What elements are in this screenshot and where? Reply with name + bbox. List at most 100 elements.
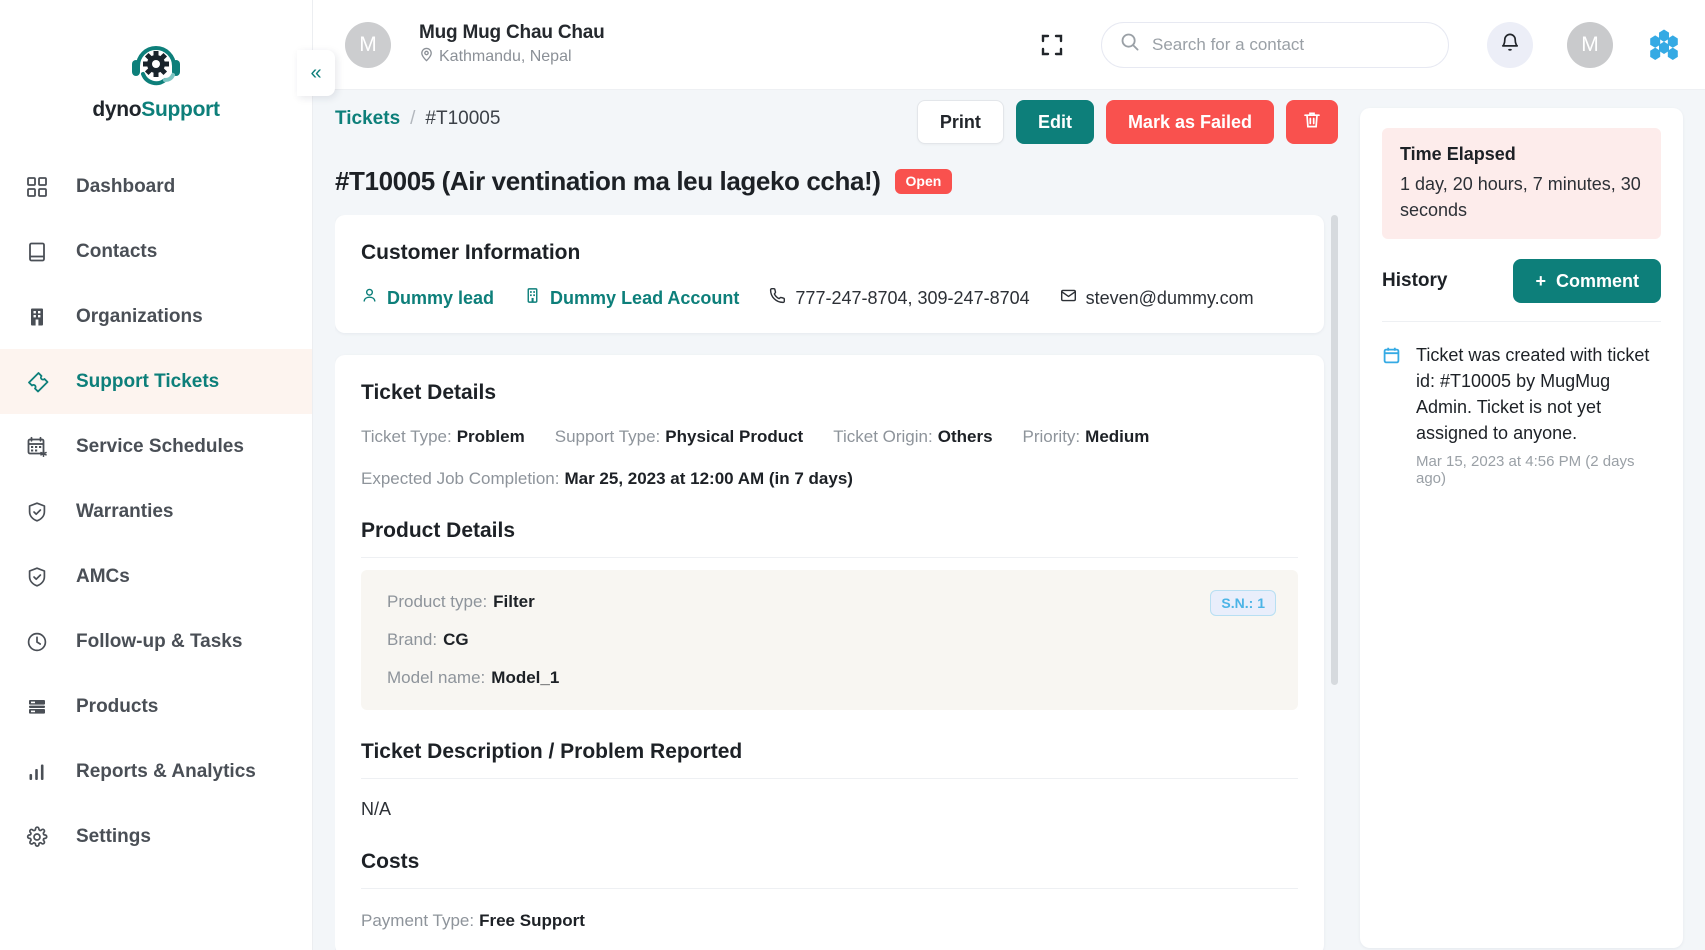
ticket-scroll-area[interactable]: Customer Information Dummy lead Dummy Le… bbox=[335, 215, 1338, 950]
product-type-value: Filter bbox=[493, 592, 535, 611]
vertical-scrollbar[interactable] bbox=[1331, 215, 1338, 950]
ticket-detail-column: Tickets / #T10005 Print Edit Mark as Fai… bbox=[313, 90, 1360, 950]
payment-type-field: Payment Type: Free Support bbox=[361, 911, 585, 931]
ticket-details-fields: Ticket Type: Problem Support Type: Physica… bbox=[361, 427, 1298, 447]
headset-gear-logo-icon bbox=[125, 38, 187, 92]
breadcrumb-link-tickets[interactable]: Tickets bbox=[335, 108, 400, 130]
customer-account-link[interactable]: Dummy Lead Account bbox=[524, 287, 739, 309]
expected-completion-field: Expected Job Completion: Mar 25, 2023 at … bbox=[361, 469, 853, 489]
search-input[interactable] bbox=[1152, 34, 1430, 55]
customer-phone: 777-247-8704, 309-247-8704 bbox=[769, 287, 1030, 309]
building-icon bbox=[524, 287, 541, 309]
ticket-description-body: N/A bbox=[361, 799, 392, 819]
product-model-value: Model_1 bbox=[491, 668, 560, 687]
time-elapsed-label: Time Elapsed bbox=[1400, 144, 1516, 164]
sidebar-item-dashboard[interactable]: Dashboard bbox=[0, 154, 312, 219]
hexagon-cluster-icon[interactable] bbox=[1647, 28, 1681, 62]
sidebar-item-label: Settings bbox=[76, 825, 151, 847]
support-type-field: Support Type: Physical Product bbox=[555, 427, 803, 447]
sidebar-item-label: Dashboard bbox=[76, 175, 176, 197]
breadcrumb-current: #T10005 bbox=[425, 108, 501, 129]
ticket-type-label: Ticket Type: bbox=[361, 427, 452, 446]
product-details-box: S.N.: 1 Product type: Filter Brand: CG Mod… bbox=[361, 570, 1298, 710]
contact-location-text: Kathmandu, Nepal bbox=[439, 48, 572, 65]
sidebar-item-amcs[interactable]: AMCs bbox=[0, 544, 312, 609]
notification-bell-button[interactable] bbox=[1487, 21, 1533, 68]
priority-label: Priority: bbox=[1022, 427, 1081, 446]
bar-chart-icon bbox=[22, 761, 52, 783]
breadcrumb-and-actions: Tickets / #T10005 Print Edit Mark as Fai… bbox=[335, 100, 1338, 144]
gear-icon bbox=[22, 825, 52, 848]
search-bar[interactable] bbox=[1101, 21, 1449, 68]
product-brand-value: CG bbox=[443, 630, 469, 649]
product-brand-row: Brand: CG bbox=[387, 630, 1272, 650]
ticket-type-field: Ticket Type: Problem bbox=[361, 427, 525, 447]
logo-text-support: Support bbox=[141, 98, 220, 121]
edit-button[interactable]: Edit bbox=[1015, 100, 1094, 144]
ticket-icon bbox=[22, 370, 52, 393]
topbar: M Mug Mug Chau Chau Kathmandu, Nepal Sea… bbox=[313, 0, 1705, 90]
costs-heading: Costs bbox=[361, 850, 420, 873]
history-entry-text: Ticket was created with ticket id: #T100… bbox=[1416, 345, 1650, 444]
product-details-heading: Product Details bbox=[361, 519, 516, 542]
clock-icon bbox=[22, 631, 52, 653]
customer-lead-link[interactable]: Dummy lead bbox=[361, 287, 494, 309]
sidebar-item-reports-analytics[interactable]: Reports & Analytics bbox=[0, 739, 312, 804]
print-button[interactable]: Print bbox=[916, 100, 1004, 144]
scrollbar-thumb[interactable] bbox=[1331, 215, 1338, 685]
plus-icon: + bbox=[1535, 270, 1546, 291]
mark-as-failed-button[interactable]: Mark as Failed bbox=[1105, 100, 1274, 144]
sidebar-item-support-tickets[interactable]: Support Tickets bbox=[0, 349, 312, 414]
contact-name: Mug Mug Chau Chau bbox=[419, 22, 605, 43]
add-comment-button[interactable]: + Comment bbox=[1513, 259, 1661, 304]
customer-information-heading: Customer Information bbox=[361, 241, 581, 264]
notification-bell-icon bbox=[1500, 32, 1520, 58]
person-icon bbox=[361, 287, 378, 309]
main-area: M Mug Mug Chau Chau Kathmandu, Nepal Sea… bbox=[313, 0, 1705, 950]
sidebar-item-label: Support Tickets bbox=[76, 370, 220, 392]
history-entry-time: Mar 15, 2023 at 4:56 PM (2 days ago) bbox=[1416, 452, 1635, 487]
envelope-icon bbox=[1060, 287, 1077, 309]
search-icon bbox=[1120, 32, 1140, 57]
sidebar-item-service-schedules[interactable]: Service Schedules bbox=[0, 414, 312, 479]
status-badge: Open bbox=[894, 169, 953, 194]
ticket-actions: Print Edit Mark as Failed bbox=[916, 100, 1338, 144]
user-avatar[interactable]: M bbox=[1567, 21, 1613, 68]
contact-avatar: M bbox=[345, 21, 391, 68]
sidebar-collapse-button[interactable]: « bbox=[297, 50, 335, 96]
sidebar-item-settings[interactable]: Settings bbox=[0, 804, 312, 869]
history-label: History bbox=[1382, 270, 1448, 292]
priority-field: Priority: Medium bbox=[1023, 427, 1150, 447]
ticket-description-heading: Ticket Description / Problem Reported bbox=[361, 740, 743, 763]
sidebar-item-organizations[interactable]: Organizations bbox=[0, 284, 312, 349]
sidebar-item-contacts[interactable]: Contacts bbox=[0, 219, 312, 284]
ticket-origin-field: Ticket Origin: Others bbox=[833, 427, 992, 447]
payment-type-value: Free Support bbox=[479, 911, 585, 930]
product-model-row: Model name: Model_1 bbox=[387, 668, 1272, 688]
breadcrumb: Tickets / #T10005 bbox=[335, 108, 500, 130]
grid-icon bbox=[22, 176, 52, 198]
sidebar-item-products[interactable]: Products bbox=[0, 674, 312, 739]
sidebar-item-label: AMCs bbox=[76, 565, 130, 587]
delete-button[interactable] bbox=[1286, 100, 1338, 144]
app-root: dynoSupport Dashboard Contacts Organizat… bbox=[0, 0, 1705, 950]
history-entry: Ticket was created with ticket id: #T100… bbox=[1382, 342, 1661, 487]
customer-lead-name: Dummy lead bbox=[387, 287, 495, 308]
app-logo[interactable]: dynoSupport bbox=[0, 0, 312, 122]
history-divider bbox=[1382, 321, 1661, 323]
customer-information-row: Dummy lead Dummy Lead Account 777-247-87… bbox=[361, 287, 1298, 309]
expected-completion-value: Mar 25, 2023 at 12:00 AM (in 7 days) bbox=[564, 469, 853, 488]
history-panel: Time Elapsed 1 day, 20 hours, 7 minutes,… bbox=[1360, 108, 1683, 948]
history-header-row: History + Comment bbox=[1382, 259, 1661, 304]
ticket-side-column: Time Elapsed 1 day, 20 hours, 7 minutes,… bbox=[1360, 90, 1705, 950]
sidebar-item-warranties[interactable]: Warranties bbox=[0, 479, 312, 544]
ticket-description-divider bbox=[361, 778, 1298, 779]
customer-account-name: Dummy Lead Account bbox=[550, 287, 740, 308]
contact-header-block: Mug Mug Chau Chau Kathmandu, Nepal bbox=[419, 22, 605, 67]
shield-check-icon bbox=[22, 501, 52, 523]
history-entry-body: Ticket was created with ticket id: #T100… bbox=[1416, 342, 1661, 486]
expected-completion-label: Expected Job Completion: bbox=[361, 469, 560, 488]
sidebar-item-follow-up-tasks[interactable]: Follow-up & Tasks bbox=[0, 609, 312, 674]
fullscreen-icon[interactable] bbox=[1039, 32, 1065, 58]
breadcrumb-separator: / bbox=[410, 108, 416, 129]
